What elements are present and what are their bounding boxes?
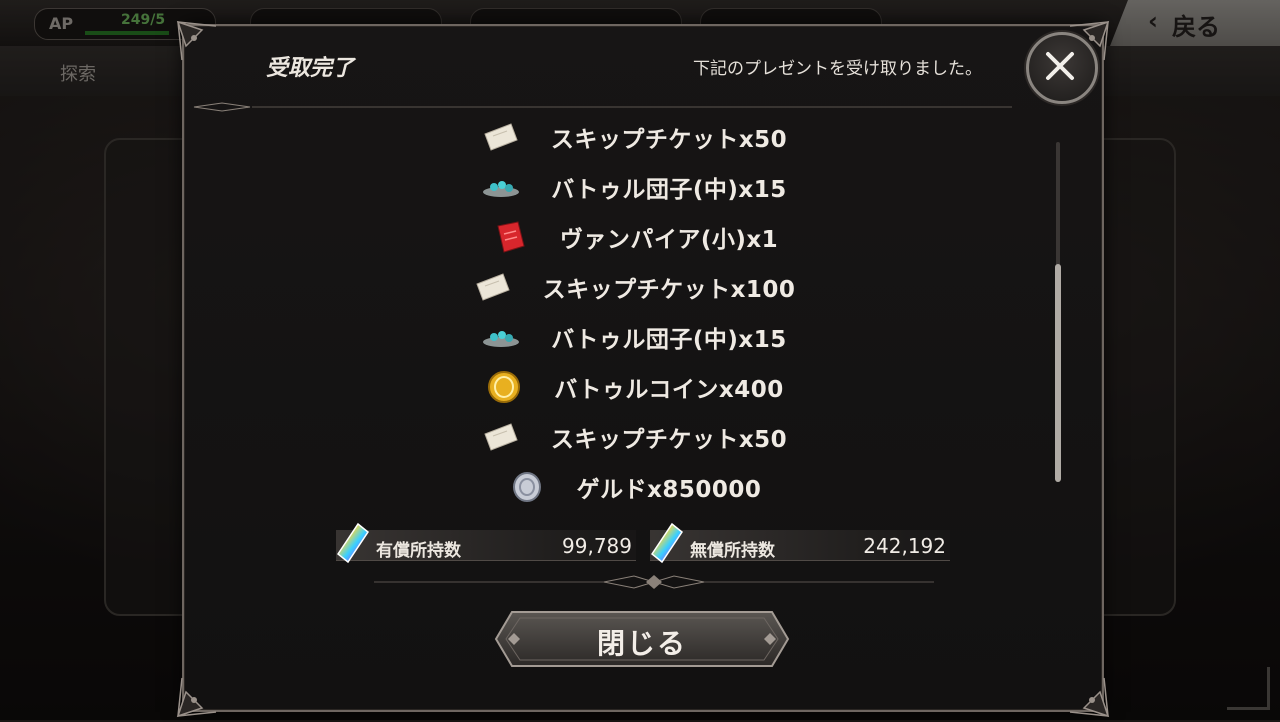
- present-received-dialog: 受取完了 下記のプレゼントを受け取りました。 スキップチケットx50 バトゥル団…: [176, 20, 1110, 718]
- close-icon: [1046, 52, 1074, 80]
- dango-icon: [481, 320, 521, 354]
- coin-icon: [484, 370, 524, 404]
- paid-stone-value: 99,789: [562, 534, 632, 558]
- corner-ornament-icon: [176, 677, 217, 718]
- reward-list[interactable]: スキップチケットx50 バトゥル団子(中)x15 ヴァンパイア(小)x1 スキッ…: [184, 112, 1084, 532]
- list-item: スキップチケットx50: [184, 112, 1084, 162]
- ticket-icon: [481, 420, 521, 454]
- corner-ornament-icon: [176, 20, 217, 61]
- free-stone-counter: 無償所持数 242,192: [650, 522, 950, 564]
- list-item: バトゥル団子(中)x15: [184, 162, 1084, 212]
- reward-label: バトゥルコインx400: [554, 377, 784, 403]
- reward-label: スキップチケットx50: [550, 127, 788, 153]
- free-stone-value: 242,192: [863, 534, 946, 558]
- dialog-message: 下記のプレゼントを受け取りました。: [693, 59, 982, 79]
- geld-coin-icon: [507, 470, 547, 504]
- paid-stone-label: 有償所持数: [376, 541, 461, 561]
- reward-label: スキップチケットx50: [550, 427, 788, 453]
- dialog-title: 受取完了: [266, 56, 355, 81]
- reward-label: バトゥル団子(中)x15: [551, 177, 787, 203]
- reward-list-scrollbar[interactable]: [1055, 142, 1061, 482]
- reward-label: ゲルドx850000: [576, 477, 762, 503]
- vampire-book-icon: [490, 220, 530, 254]
- corner-ornament-icon: [1069, 677, 1110, 718]
- bottom-divider: [374, 575, 934, 589]
- ticket-icon: [473, 270, 513, 304]
- list-item: スキップチケットx50: [184, 412, 1084, 462]
- ticket-icon: [481, 120, 521, 154]
- close-dialog-button[interactable]: 閉じる: [494, 610, 790, 668]
- reward-label: ヴァンパイア(小)x1: [559, 227, 779, 253]
- reward-label: バトゥル団子(中)x15: [551, 327, 787, 353]
- crystal-icon: [336, 522, 370, 564]
- close-button[interactable]: [1026, 32, 1098, 104]
- dango-icon: [481, 170, 521, 204]
- list-item: バトゥルコインx400: [184, 362, 1084, 412]
- title-divider: [193, 102, 1012, 112]
- list-item: ヴァンパイア(小)x1: [184, 212, 1084, 262]
- scrollbar-thumb[interactable]: [1055, 264, 1061, 482]
- crystal-icon: [650, 522, 684, 564]
- free-stone-label: 無償所持数: [690, 541, 775, 561]
- reward-label: スキップチケットx100: [542, 277, 796, 303]
- paid-stone-counter: 有償所持数 99,789: [336, 522, 636, 564]
- close-dialog-label: 閉じる: [596, 627, 687, 660]
- list-item: スキップチケットx100: [184, 262, 1084, 312]
- list-item: バトゥル団子(中)x15: [184, 312, 1084, 362]
- list-item: ゲルドx850000: [184, 462, 1084, 512]
